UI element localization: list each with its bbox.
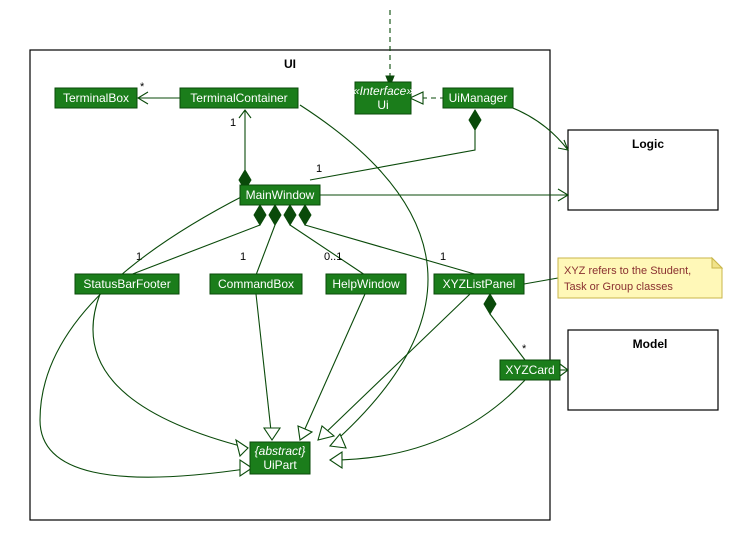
mult-statusbar: 1 [136, 251, 142, 263]
edge-note-connector [524, 278, 558, 284]
class-commandbox: CommandBox [210, 274, 302, 294]
mult-terminalcontainer: 1 [230, 117, 236, 129]
class-uimanager: UiManager [443, 88, 513, 108]
class-helpwindow: HelpWindow [326, 274, 406, 294]
diamond-icon [269, 205, 281, 225]
svg-text:TerminalContainer: TerminalContainer [190, 91, 287, 105]
svg-text:«Interface»: «Interface» [353, 84, 413, 98]
class-ui-interface: «Interface» Ui [353, 82, 413, 114]
diamond-icon [299, 205, 311, 225]
class-statusbarfooter: StatusBarFooter [75, 274, 179, 294]
note-xyz: XYZ refers to the Student, Task or Group… [558, 258, 722, 298]
edge-mainwindow-commandbox [256, 225, 275, 275]
mult-helpwindow: 0..1 [324, 251, 342, 263]
class-terminalcontainer: TerminalContainer [180, 88, 298, 108]
package-ui-label: UI [284, 57, 296, 71]
edge-xyzlistpanel-uipart [318, 294, 470, 440]
edge-mainwindow-xyzlistpanel [305, 225, 478, 275]
svg-text:UiPart: UiPart [263, 458, 297, 472]
mult-terminalbox: * [140, 81, 145, 93]
mult-xyzlistpanel: 1 [440, 251, 446, 263]
svg-text:XYZ refers to the Student,: XYZ refers to the Student, [564, 265, 691, 277]
svg-text:TerminalBox: TerminalBox [63, 91, 129, 105]
diamond-icon [484, 294, 496, 314]
svg-text:XYZCard: XYZCard [505, 363, 554, 377]
svg-text:Task or Group classes: Task or Group classes [564, 281, 673, 293]
diamond-icon [254, 205, 266, 225]
edge-helpwindow-uipart [300, 294, 365, 440]
edge-uimanager-mainwindow [310, 110, 475, 180]
svg-text:Ui: Ui [377, 98, 388, 112]
edge-mainwindow-helpwindow [290, 225, 365, 275]
class-uipart: {abstract} UiPart [250, 442, 310, 474]
package-model-label: Model [633, 337, 668, 351]
diamond-icon [469, 110, 481, 130]
hollow-triangle-icon [330, 452, 342, 468]
edge-mainwindow-statusbar [130, 225, 260, 275]
hollow-triangle-icon [318, 426, 334, 440]
svg-text:CommandBox: CommandBox [218, 277, 294, 291]
svg-text:UiManager: UiManager [449, 91, 508, 105]
edge-mainwindow-uipart [40, 195, 252, 477]
mult-commandbox: 1 [240, 251, 246, 263]
svg-text:StatusBarFooter: StatusBarFooter [83, 277, 170, 291]
class-mainwindow: MainWindow [240, 185, 320, 205]
edge-statusbar-uipart [93, 294, 248, 448]
package-logic-label: Logic [632, 137, 664, 151]
diamond-icon [284, 205, 296, 225]
class-terminalbox: TerminalBox [55, 88, 137, 108]
svg-text:MainWindow: MainWindow [246, 188, 315, 202]
edge-xyzcard-uipart [330, 380, 525, 460]
hollow-triangle-icon [236, 440, 248, 456]
mult-xyzcard: * [522, 343, 527, 355]
edge-uimanager-logic [508, 106, 568, 150]
svg-text:XYZListPanel: XYZListPanel [443, 277, 516, 291]
edge-commandbox-uipart [256, 294, 272, 440]
mult-mainwindow: 1 [316, 163, 322, 175]
class-xyzlistpanel: XYZListPanel [434, 274, 524, 294]
class-xyzcard: XYZCard [500, 360, 560, 380]
svg-text:{abstract}: {abstract} [255, 444, 306, 458]
uml-diagram: UI Logic Model * 1 1 1 1 0..1 1 * [0, 0, 736, 536]
edge-xyzlistpanel-xyzcard [490, 314, 525, 360]
hollow-triangle-icon [264, 428, 280, 440]
svg-text:HelpWindow: HelpWindow [332, 277, 400, 291]
